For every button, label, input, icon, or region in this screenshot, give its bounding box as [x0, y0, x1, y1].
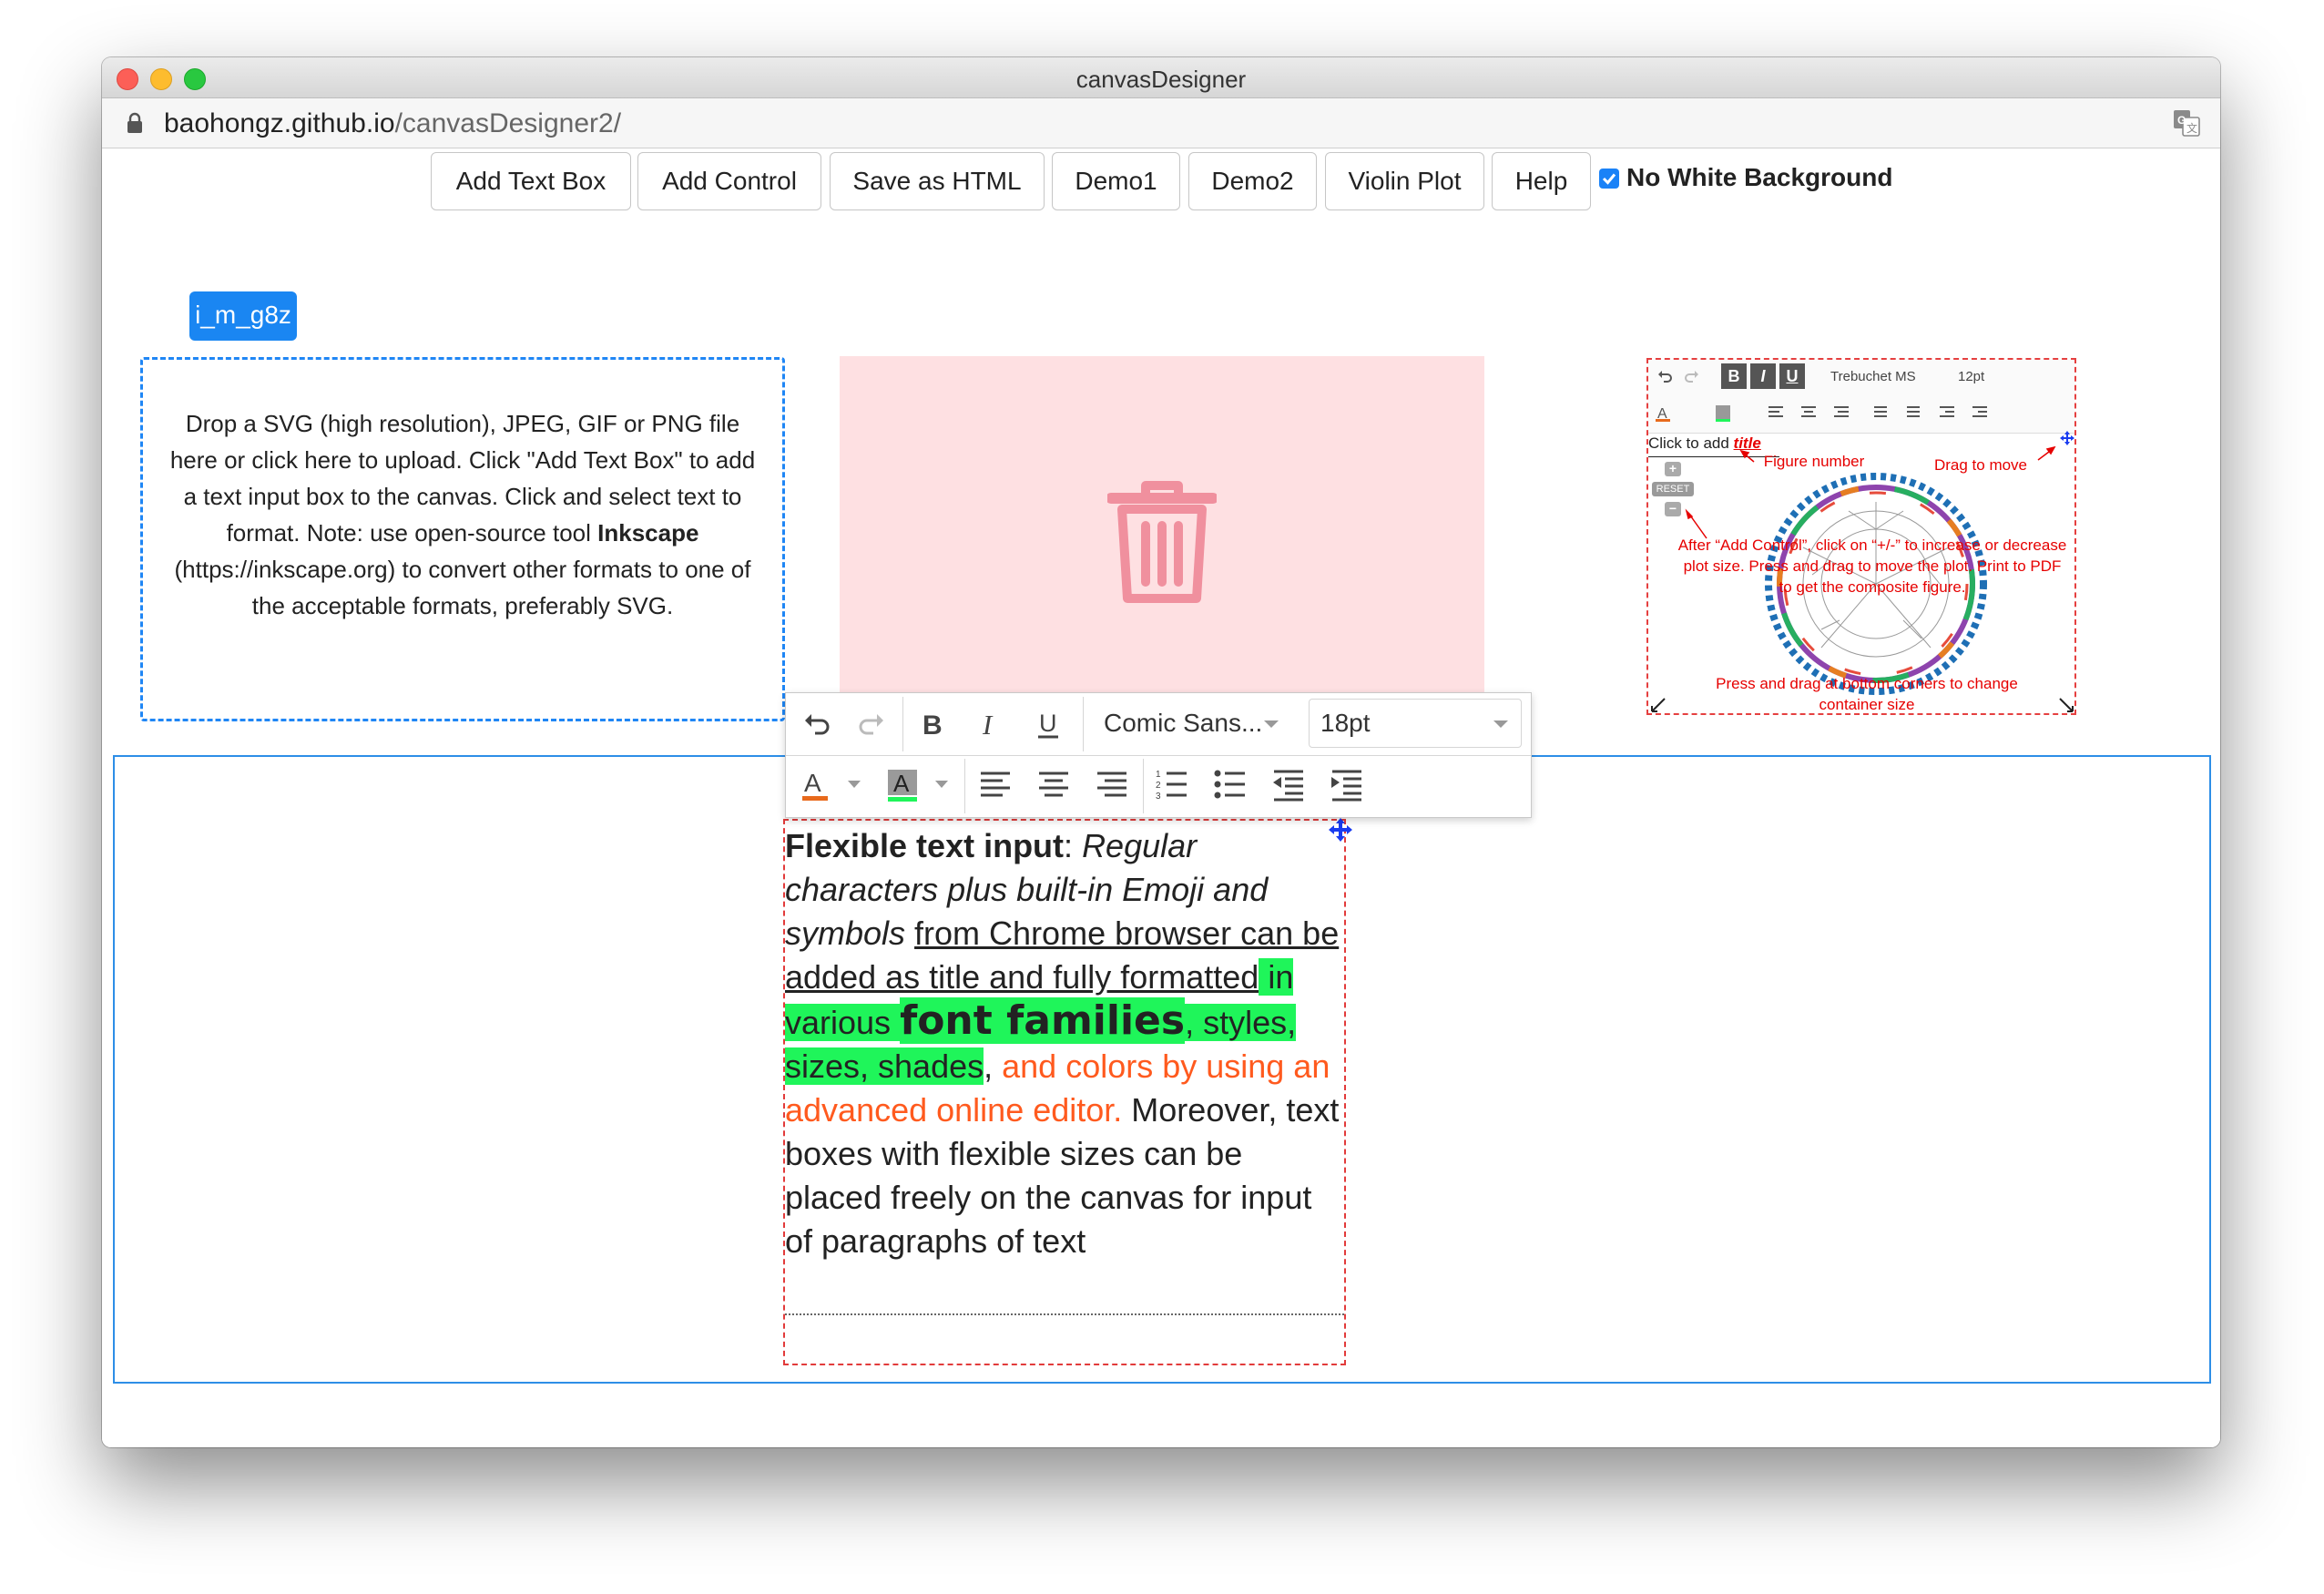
chevron-down-icon — [1493, 720, 1508, 728]
text-space — [905, 915, 914, 952]
bullet-list-icon[interactable] — [1212, 766, 1249, 802]
svg-text:A: A — [804, 769, 821, 797]
resize-corner-left-icon[interactable] — [1650, 697, 1667, 713]
font-family-select[interactable]: Comic Sans... — [1092, 699, 1292, 748]
demo-figure-preview[interactable]: B I U Trebuchet MS 12pt A Click to add t… — [1646, 358, 2076, 715]
align-right-icon[interactable] — [1094, 766, 1130, 802]
text-input-box[interactable]: Flexible text input: Regular characters … — [783, 818, 1352, 1365]
help-button[interactable]: Help — [1492, 152, 1591, 210]
svg-text:I: I — [982, 709, 994, 741]
violin-plot-button[interactable]: Violin Plot — [1325, 152, 1484, 210]
lock-icon — [127, 112, 142, 133]
text-box-divider — [785, 1313, 1344, 1315]
svg-text:U: U — [1039, 710, 1057, 737]
image-upload-dropzone[interactable]: Drop a SVG (high resolution), JPEG, GIF … — [140, 357, 785, 721]
no-white-background-label[interactable]: No White Background — [1626, 163, 1892, 192]
window-title: canvasDesigner — [1075, 66, 1247, 93]
align-center-icon[interactable] — [1035, 766, 1072, 802]
url-path: /canvasDesigner2/ — [394, 108, 622, 138]
upload-instructions-tail: (https://inkscape.org) to convert other … — [174, 556, 751, 619]
font-size-value: 18pt — [1320, 709, 1371, 737]
trash-drop-zone[interactable] — [840, 356, 1484, 695]
title-bar: canvasDesigner — [102, 57, 2220, 98]
text-color-dropdown-icon[interactable] — [846, 779, 862, 790]
svg-text:2: 2 — [1156, 781, 1161, 791]
text-colon: : — [1064, 827, 1083, 864]
element-id-tag[interactable]: i_m_g8z — [189, 291, 297, 341]
italic-icon[interactable]: I — [972, 706, 1008, 742]
redo-icon[interactable] — [853, 706, 890, 742]
text-editor-toolbar: B I U Comic Sans... 18pt A A 1 2 3 — [785, 692, 1532, 818]
demo1-button[interactable]: Demo1 — [1052, 152, 1180, 210]
page-content: Add Text Box Add Control Save as HTML De… — [102, 148, 2220, 1447]
highlight-dropdown-icon[interactable] — [933, 779, 950, 790]
text-comic-font: font families — [900, 997, 1186, 1044]
text-color-icon[interactable]: A — [795, 764, 835, 806]
indent-icon[interactable] — [1329, 766, 1365, 802]
browser-window: canvasDesigner baohongz.github.io/canvas… — [102, 57, 2220, 1447]
add-control-button[interactable]: Add Control — [637, 152, 821, 210]
translate-icon[interactable]: G 文 — [2173, 109, 2200, 137]
toolbar-row-separator — [786, 755, 1531, 756]
no-white-background-checkbox[interactable] — [1599, 169, 1619, 189]
undo-icon[interactable] — [799, 706, 835, 742]
bold-icon[interactable]: B — [913, 706, 950, 742]
trash-icon — [1107, 481, 1217, 603]
toolbar-separator — [1143, 759, 1144, 813]
annotation-arrows — [1685, 445, 2056, 539]
svg-text:3: 3 — [1156, 792, 1161, 802]
text-bold: Flexible text input — [785, 827, 1065, 864]
font-family-value: Comic Sans... — [1104, 709, 1263, 737]
text-comma: , — [984, 1047, 1003, 1085]
add-text-box-button[interactable]: Add Text Box — [431, 152, 631, 210]
font-size-select[interactable]: 18pt — [1309, 699, 1522, 748]
underline-icon[interactable]: U — [1030, 706, 1066, 742]
ordered-list-icon[interactable]: 123 — [1154, 766, 1190, 802]
highlight-color-icon[interactable]: A — [882, 764, 922, 806]
move-handle-icon[interactable] — [1328, 817, 1353, 843]
toolbar-separator — [1083, 697, 1084, 751]
align-left-icon[interactable] — [977, 766, 1014, 802]
resize-corner-right-icon[interactable] — [2058, 697, 2074, 713]
demo2-button[interactable]: Demo2 — [1188, 152, 1317, 210]
save-as-html-button[interactable]: Save as HTML — [830, 152, 1045, 210]
url-text[interactable]: baohongz.github.io/canvasDesigner2/ — [164, 108, 621, 139]
address-bar[interactable]: baohongz.github.io/canvasDesigner2/ G 文 — [102, 98, 2220, 148]
svg-text:G: G — [2177, 114, 2186, 127]
rich-text-content[interactable]: Flexible text input: Regular characters … — [785, 824, 1340, 1263]
checkmark-icon — [1602, 173, 1616, 185]
toolbar-separator — [902, 697, 903, 751]
toolbar-separator — [964, 759, 965, 813]
svg-text:1: 1 — [1156, 770, 1161, 780]
chevron-down-icon — [1264, 720, 1279, 728]
svg-text:文: 文 — [2186, 121, 2197, 135]
svg-text:B: B — [922, 710, 943, 741]
inkscape-label: Inkscape — [597, 519, 699, 547]
url-host: baohongz.github.io — [164, 108, 395, 138]
svg-text:A: A — [893, 770, 910, 797]
outdent-icon[interactable] — [1270, 766, 1307, 802]
